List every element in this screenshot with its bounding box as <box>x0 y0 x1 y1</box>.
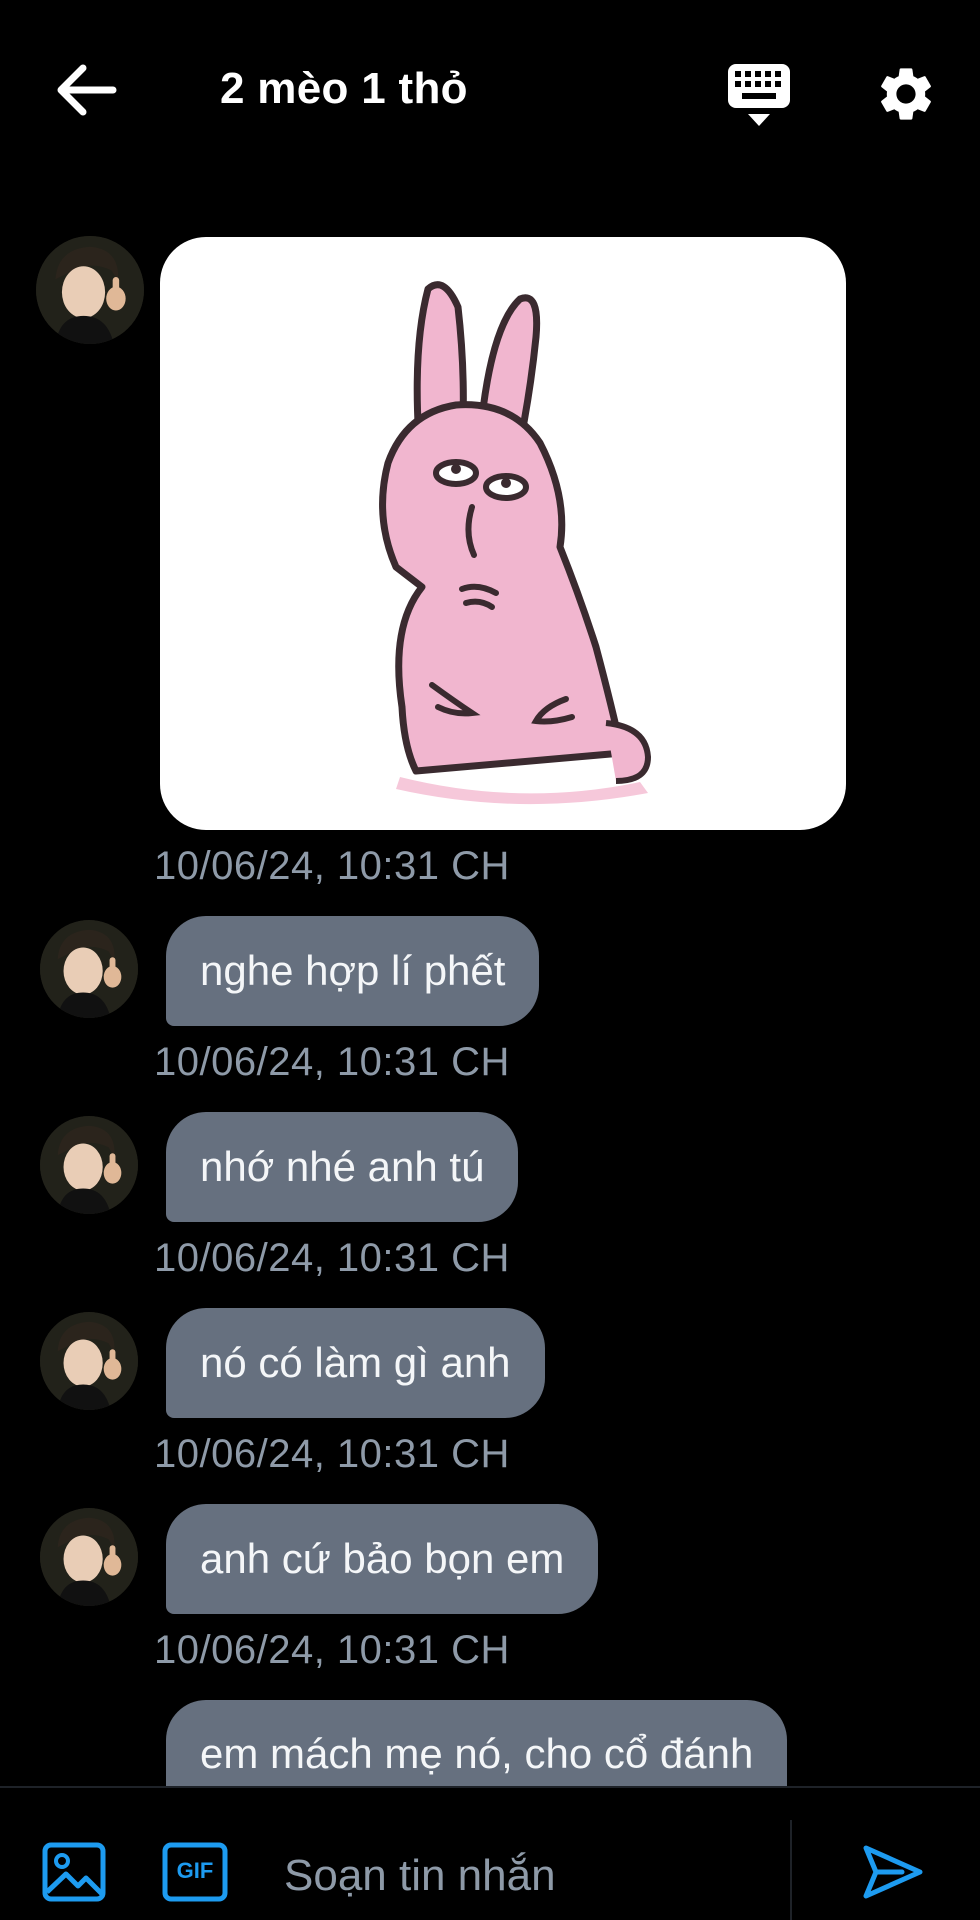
composer-divider <box>790 1820 792 1920</box>
back-button[interactable] <box>55 62 119 118</box>
avatar-photo <box>40 920 138 1018</box>
message-text: anh cứ bảo bọn em <box>200 1535 565 1582</box>
conversation-title: 2 mèo 1 thỏ <box>220 64 468 113</box>
message-text: nghe hợp lí phết <box>200 947 506 994</box>
arrow-left-icon <box>57 64 117 116</box>
message-timestamp: 10/06/24, 10:31 CH <box>154 844 510 888</box>
avatar[interactable] <box>40 1116 138 1214</box>
avatar[interactable] <box>40 1312 138 1410</box>
message-timestamp: 10/06/24, 10:31 CH <box>154 1628 510 1672</box>
avatar-photo <box>36 236 144 344</box>
message-timestamp: 10/06/24, 10:31 CH <box>154 1432 510 1476</box>
gif-label: GIF <box>176 1858 214 1883</box>
keyboard-toggle-button[interactable] <box>726 62 792 128</box>
message-text: nó có làm gì anh <box>200 1339 511 1386</box>
message-bubble[interactable]: nó có làm gì anh <box>166 1308 545 1418</box>
message-timestamp: 10/06/24, 10:31 CH <box>154 1236 510 1280</box>
gear-icon <box>881 68 931 120</box>
send-button[interactable] <box>862 1842 924 1902</box>
message-bubble[interactable]: anh cứ bảo bọn em <box>166 1504 599 1614</box>
avatar-photo <box>40 1508 138 1606</box>
avatar[interactable] <box>40 920 138 1018</box>
message-bubble[interactable]: nghe hợp lí phết <box>166 916 540 1026</box>
image-icon <box>42 1842 106 1902</box>
gif-button[interactable]: GIF <box>162 1842 228 1902</box>
avatar[interactable] <box>36 236 144 344</box>
pink-rabbit-sticker <box>379 281 652 805</box>
sticker-message[interactable] <box>160 237 846 830</box>
avatar-photo <box>40 1116 138 1214</box>
chat-header: 2 mèo 1 thỏ <box>0 0 980 185</box>
message-bubble[interactable]: nhớ nhé anh tú <box>166 1112 519 1222</box>
avatar-photo <box>40 1312 138 1410</box>
settings-button[interactable] <box>874 62 938 126</box>
message-text: em mách mẹ nó, cho cổ đánh <box>200 1730 754 1777</box>
avatar[interactable] <box>40 1508 138 1606</box>
message-timestamp: 10/06/24, 10:31 CH <box>154 1040 510 1084</box>
keyboard-icon <box>728 64 790 126</box>
message-input[interactable] <box>284 1846 764 1906</box>
attach-image-button[interactable] <box>42 1842 106 1902</box>
send-icon <box>863 1845 923 1899</box>
message-text: nhớ nhé anh tú <box>200 1143 485 1190</box>
